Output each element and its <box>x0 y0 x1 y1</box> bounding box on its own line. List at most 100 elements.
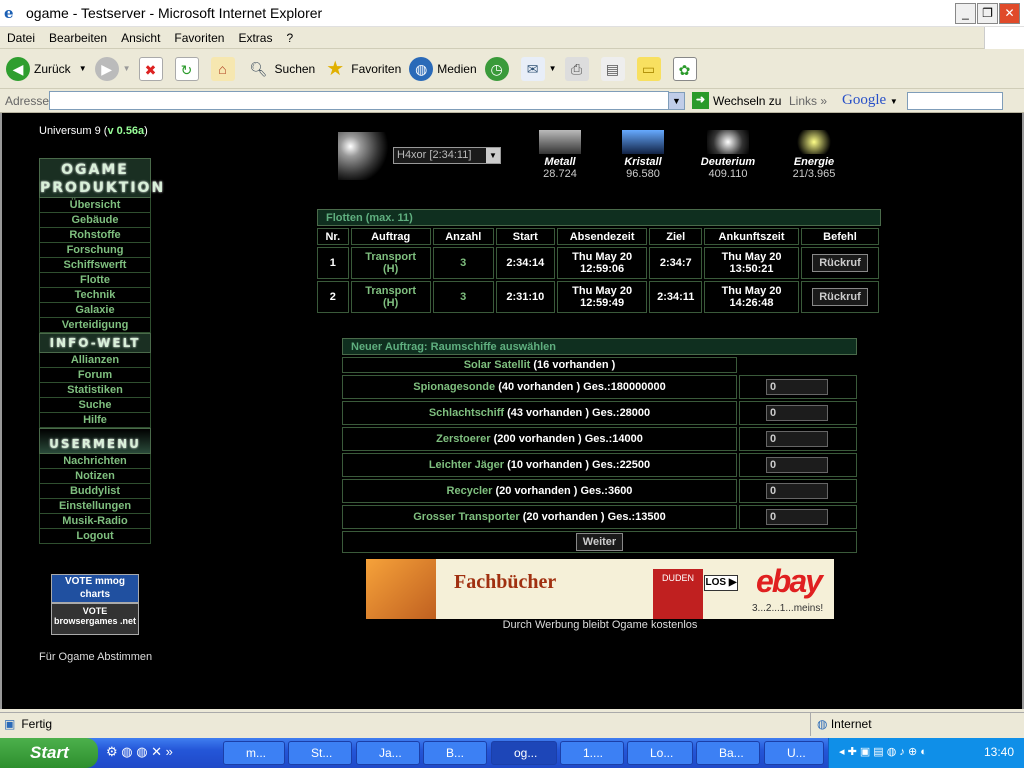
sidebar-item-galaxie[interactable]: Galaxie <box>39 303 151 318</box>
menu-ansicht[interactable]: Ansicht <box>121 31 160 45</box>
recall-button[interactable]: Rückruf <box>812 288 868 306</box>
cell-text: 2 <box>329 291 336 303</box>
ebay-ad[interactable]: Fachbücher DUDEN LOS ▶ ebay 3...2...1...… <box>366 559 834 619</box>
discuss-button[interactable]: ▭ <box>636 54 665 84</box>
minimize-button[interactable]: _ <box>955 3 976 24</box>
ship-name-link[interactable]: Solar Satellit <box>464 359 531 371</box>
messenger-button[interactable]: ✿ <box>672 54 701 84</box>
history-button[interactable]: ◷ <box>484 54 513 84</box>
ship-label: Schlachtschiff (43 vorhanden ) Ges.:2800… <box>342 401 737 425</box>
address-dropdown[interactable]: ▼ <box>668 92 685 110</box>
go-button[interactable]: ➜ Wechseln zu <box>692 92 781 109</box>
ship-count-input[interactable]: 0 <box>766 457 828 473</box>
ship-name-link[interactable]: Grosser Transporter <box>413 511 519 523</box>
ship-count-input[interactable]: 0 <box>766 379 828 395</box>
menu-favoriten[interactable]: Favoriten <box>174 31 224 45</box>
sidebar-item-technik[interactable]: Technik <box>39 288 151 303</box>
ship-count-input[interactable]: 0 <box>766 405 828 421</box>
taskbar-item[interactable]: B... <box>423 741 487 765</box>
stop-button[interactable]: ✖ <box>138 54 167 84</box>
menu-extras[interactable]: Extras <box>238 31 272 45</box>
ship-name-link[interactable]: Recycler <box>447 485 493 497</box>
sidebar-item-verteidigung[interactable]: Verteidigung <box>39 318 151 333</box>
maximize-button[interactable]: ❐ <box>977 3 998 24</box>
sidebar-item-forschung[interactable]: Forschung <box>39 243 151 258</box>
sidebar-item-nachrichten[interactable]: Nachrichten <box>39 454 151 469</box>
taskbar-item[interactable]: Ja... <box>356 741 420 765</box>
sidebar-item-suche[interactable]: Suche <box>39 398 151 413</box>
taskbar-item[interactable]: m... <box>223 741 285 765</box>
sidebar-item-geb-ude[interactable]: Gebäude <box>39 213 151 228</box>
cell-mission: Transport (H) <box>350 281 431 313</box>
ship-label: Spionagesonde (40 vorhanden ) Ges.:18000… <box>342 375 737 399</box>
menu-help[interactable]: ? <box>286 31 293 45</box>
resource-name: Kristall <box>624 156 662 168</box>
media-button[interactable]: ◍ Medien <box>409 54 477 84</box>
home-button[interactable]: ⌂ <box>210 54 239 84</box>
ship-count-input[interactable]: 0 <box>766 509 828 525</box>
sidebar-item-forum[interactable]: Forum <box>39 368 151 383</box>
taskbar-item[interactable]: St... <box>288 741 352 765</box>
favorites-label: Favoriten <box>351 61 402 76</box>
cell-text: 12:59:49 <box>580 297 625 309</box>
taskbar-item[interactable]: og... <box>491 741 557 765</box>
ad-los-button[interactable]: LOS ▶ <box>704 575 738 591</box>
menu-bearbeiten[interactable]: Bearbeiten <box>49 31 107 45</box>
sidebar-item-einstellungen[interactable]: Einstellungen <box>39 499 151 514</box>
vote-browsergames[interactable]: VOTE browsergames .net <box>51 603 139 635</box>
continue-row: Weiter <box>342 531 857 553</box>
links-label[interactable]: Links » <box>789 94 827 108</box>
close-button[interactable]: ✕ <box>999 3 1020 24</box>
taskbar-item[interactable]: 1.... <box>560 741 624 765</box>
back-button[interactable]: ◀ Zurück ▼ <box>6 54 87 84</box>
print-button[interactable]: ⎙ <box>564 54 593 84</box>
refresh-button[interactable]: ↻ <box>174 54 203 84</box>
home-icon: ⌂ <box>210 56 235 81</box>
weiter-button[interactable]: Weiter <box>575 533 624 551</box>
quicklaunch[interactable]: ⚙ ◍ ◍ ✕ » <box>106 744 173 760</box>
ship-count-input[interactable]: 0 <box>766 431 828 447</box>
sidebar-item-musik-radio[interactable]: Musik-Radio <box>39 514 151 529</box>
google-search-input[interactable] <box>907 92 1003 110</box>
recall-button[interactable]: Rückruf <box>812 254 868 272</box>
ship-count-input[interactable]: 0 <box>766 483 828 499</box>
sidebar-item--bersicht[interactable]: Übersicht <box>39 198 151 213</box>
sidebar-item-notizen[interactable]: Notizen <box>39 469 151 484</box>
ship-info: (20 vorhanden ) Ges.:13500 <box>522 511 666 523</box>
forward-button[interactable]: ▶ ▼ <box>94 54 131 84</box>
ship-name-link[interactable]: Leichter Jäger <box>429 459 504 471</box>
sidebar-item-flotte[interactable]: Flotte <box>39 273 151 288</box>
edit-button[interactable]: ▤ <box>600 54 629 84</box>
globe-icon: ◍ <box>817 717 828 731</box>
ship-name-link[interactable]: Schlachtschiff <box>429 407 504 419</box>
sidebar-item-rohstoffe[interactable]: Rohstoffe <box>39 228 151 243</box>
sidebar-item-logout[interactable]: Logout <box>39 529 151 544</box>
clock: 13:40 <box>983 745 1014 759</box>
cell-target: 2:34:7 <box>649 247 703 279</box>
vote-mmog-charts[interactable]: VOTE mmog charts <box>51 574 139 603</box>
ship-label: Grosser Transporter (20 vorhanden ) Ges.… <box>342 505 737 529</box>
cell-text: 13:50:21 <box>729 263 774 275</box>
menu-datei[interactable]: Datei <box>7 31 35 45</box>
taskbar-item[interactable]: Lo... <box>627 741 693 765</box>
google-toolbar[interactable]: Google ▼ <box>842 92 898 109</box>
sidebar-item-statistiken[interactable]: Statistiken <box>39 383 151 398</box>
mail-button[interactable]: ✉ ▼ <box>520 54 557 84</box>
sidebar-item-hilfe[interactable]: Hilfe <box>39 413 151 428</box>
search-button[interactable]: 🔍︎ Suchen <box>247 54 316 84</box>
universe-label: Universum 9 (v 0.56a) <box>39 125 148 137</box>
sidebar-item-allianzen[interactable]: Allianzen <box>39 353 151 368</box>
taskbar-item[interactable]: U... <box>764 741 824 765</box>
planet-image[interactable] <box>338 132 388 180</box>
start-button[interactable]: Start <box>0 738 98 768</box>
tray-icons[interactable]: ◂ ✚ ▣ ▤ ◍ ♪ ⊕ ◐ <box>839 745 927 758</box>
cell-text: (H) <box>383 297 399 309</box>
ship-name-link[interactable]: Zerstoerer <box>436 433 490 445</box>
planet-select[interactable]: H4xor [2:34:11] ▼ <box>393 147 501 164</box>
ship-name-link[interactable]: Spionagesonde <box>413 381 495 393</box>
sidebar-item-schiffswerft[interactable]: Schiffswerft <box>39 258 151 273</box>
address-input[interactable] <box>49 91 669 110</box>
favorites-button[interactable]: ★ Favoriten <box>323 54 401 84</box>
taskbar-item[interactable]: Ba... <box>696 741 760 765</box>
sidebar-item-buddylist[interactable]: Buddylist <box>39 484 151 499</box>
